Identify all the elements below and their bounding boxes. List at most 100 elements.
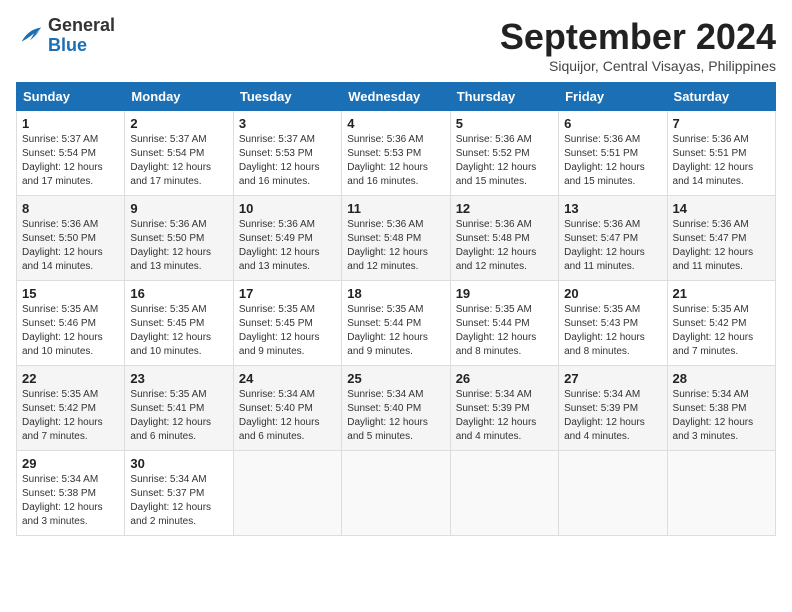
day-number: 8 [22, 201, 119, 216]
title-block: September 2024 Siquijor, Central Visayas… [500, 16, 776, 74]
calendar-cell [559, 451, 667, 536]
day-cell-text: Sunrise: 5:37 AM Sunset: 5:53 PM Dayligh… [239, 133, 336, 189]
day-cell-text: Sunrise: 5:35 AM Sunset: 5:44 PM Dayligh… [456, 303, 553, 359]
weekday-header-sunday: Sunday [17, 83, 125, 111]
calendar-cell [233, 451, 341, 536]
calendar-cell: 2Sunrise: 5:37 AM Sunset: 5:54 PM Daylig… [125, 111, 233, 196]
calendar-cell: 7Sunrise: 5:36 AM Sunset: 5:51 PM Daylig… [667, 111, 775, 196]
calendar-cell: 4Sunrise: 5:36 AM Sunset: 5:53 PM Daylig… [342, 111, 450, 196]
logo-blue: Blue [48, 35, 87, 55]
weekday-header-tuesday: Tuesday [233, 83, 341, 111]
calendar-cell [342, 451, 450, 536]
day-number: 27 [564, 371, 661, 386]
calendar-cell: 27 Sunrise: 5:34 AM Sunset: 5:39 PM Dayli… [559, 366, 667, 451]
day-number: 21 [673, 286, 770, 301]
calendar-cell: 10Sunrise: 5:36 AM Sunset: 5:49 PM Dayli… [233, 196, 341, 281]
day-cell-text: Sunrise: 5:36 AM Sunset: 5:51 PM Dayligh… [564, 133, 661, 189]
calendar-table: SundayMondayTuesdayWednesdayThursdayFrid… [16, 82, 776, 536]
calendar-cell: 16 Sunrise: 5:35 AM Sunset: 5:45 PM Dayli… [125, 281, 233, 366]
calendar-cell: 26Sunrise: 5:34 AM Sunset: 5:39 PM Dayli… [450, 366, 558, 451]
day-cell-text: Sunrise: 5:35 AM Sunset: 5:45 PM Dayligh… [239, 303, 336, 359]
calendar-cell [667, 451, 775, 536]
day-cell-text: Sunrise: 5:37 AM Sunset: 5:54 PM Dayligh… [130, 133, 227, 189]
day-cell-text: Sunrise: 5:36 AM Sunset: 5:52 PM Dayligh… [456, 133, 553, 189]
day-number: 16 [130, 286, 227, 301]
day-number: 12 [456, 201, 553, 216]
calendar-cell: 12 Sunrise: 5:36 AM Sunset: 5:48 PM Dayli… [450, 196, 558, 281]
day-number: 19 [456, 286, 553, 301]
calendar-cell: 9 Sunrise: 5:36 AM Sunset: 5:50 PM Daylig… [125, 196, 233, 281]
day-cell-text: Sunrise: 5:34 AM Sunset: 5:39 PM Dayligh… [564, 388, 661, 444]
week-row-2: 8 Sunrise: 5:36 AM Sunset: 5:50 PM Daylig… [17, 196, 776, 281]
day-number: 3 [239, 116, 336, 131]
header-section: General Blue September 2024 Siquijor, Ce… [16, 16, 776, 74]
calendar-cell: 15Sunrise: 5:35 AM Sunset: 5:46 PM Dayli… [17, 281, 125, 366]
day-cell-text: Sunrise: 5:35 AM Sunset: 5:45 PM Dayligh… [130, 303, 227, 359]
day-cell-text: Sunrise: 5:34 AM Sunset: 5:40 PM Dayligh… [347, 388, 444, 444]
day-cell-text: Sunrise: 5:36 AM Sunset: 5:47 PM Dayligh… [564, 218, 661, 274]
day-number: 1 [22, 116, 119, 131]
day-cell-text: Sunrise: 5:34 AM Sunset: 5:38 PM Dayligh… [673, 388, 770, 444]
day-number: 22 [22, 371, 119, 386]
day-cell-text: Sunrise: 5:34 AM Sunset: 5:37 PM Dayligh… [130, 473, 227, 529]
calendar-cell: 6 Sunrise: 5:36 AM Sunset: 5:51 PM Daylig… [559, 111, 667, 196]
calendar-cell: 19 Sunrise: 5:35 AM Sunset: 5:44 PM Dayli… [450, 281, 558, 366]
day-number: 24 [239, 371, 336, 386]
day-cell-text: Sunrise: 5:36 AM Sunset: 5:47 PM Dayligh… [673, 218, 770, 274]
day-number: 23 [130, 371, 227, 386]
calendar-cell [450, 451, 558, 536]
day-cell-text: Sunrise: 5:35 AM Sunset: 5:44 PM Dayligh… [347, 303, 444, 359]
calendar-cell: 24Sunrise: 5:34 AM Sunset: 5:40 PM Dayli… [233, 366, 341, 451]
day-number: 13 [564, 201, 661, 216]
calendar-cell: 13 Sunrise: 5:36 AM Sunset: 5:47 PM Dayli… [559, 196, 667, 281]
day-number: 29 [22, 456, 119, 471]
logo-wordmark: General Blue [48, 16, 115, 56]
day-number: 28 [673, 371, 770, 386]
day-cell-text: Sunrise: 5:35 AM Sunset: 5:41 PM Dayligh… [130, 388, 227, 444]
logo-general: General [48, 15, 115, 35]
day-number: 25 [347, 371, 444, 386]
logo: General Blue [16, 16, 115, 56]
day-number: 18 [347, 286, 444, 301]
day-cell-text: Sunrise: 5:34 AM Sunset: 5:39 PM Dayligh… [456, 388, 553, 444]
calendar-cell: 3 Sunrise: 5:37 AM Sunset: 5:53 PM Daylig… [233, 111, 341, 196]
month-title: September 2024 [500, 16, 776, 58]
calendar-cell: 30Sunrise: 5:34 AM Sunset: 5:37 PM Dayli… [125, 451, 233, 536]
day-number: 6 [564, 116, 661, 131]
day-cell-text: Sunrise: 5:36 AM Sunset: 5:50 PM Dayligh… [22, 218, 119, 274]
subtitle: Siquijor, Central Visayas, Philippines [500, 58, 776, 74]
day-cell-text: Sunrise: 5:36 AM Sunset: 5:48 PM Dayligh… [347, 218, 444, 274]
week-row-4: 22 Sunrise: 5:35 AM Sunset: 5:42 PM Dayli… [17, 366, 776, 451]
day-number: 11 [347, 201, 444, 216]
day-cell-text: Sunrise: 5:35 AM Sunset: 5:42 PM Dayligh… [22, 388, 119, 444]
week-row-3: 15Sunrise: 5:35 AM Sunset: 5:46 PM Dayli… [17, 281, 776, 366]
weekday-header-thursday: Thursday [450, 83, 558, 111]
calendar-cell: 11 Sunrise: 5:36 AM Sunset: 5:48 PM Dayli… [342, 196, 450, 281]
weekday-header-wednesday: Wednesday [342, 83, 450, 111]
calendar-cell: 8 Sunrise: 5:36 AM Sunset: 5:50 PM Daylig… [17, 196, 125, 281]
day-number: 9 [130, 201, 227, 216]
calendar-cell: 14Sunrise: 5:36 AM Sunset: 5:47 PM Dayli… [667, 196, 775, 281]
day-number: 17 [239, 286, 336, 301]
calendar-cell: 21 Sunrise: 5:35 AM Sunset: 5:42 PM Dayli… [667, 281, 775, 366]
day-cell-text: Sunrise: 5:36 AM Sunset: 5:50 PM Dayligh… [130, 218, 227, 274]
week-row-5: 29 Sunrise: 5:34 AM Sunset: 5:38 PM Dayli… [17, 451, 776, 536]
day-cell-text: Sunrise: 5:36 AM Sunset: 5:48 PM Dayligh… [456, 218, 553, 274]
day-number: 7 [673, 116, 770, 131]
calendar-cell: 18 Sunrise: 5:35 AM Sunset: 5:44 PM Dayli… [342, 281, 450, 366]
calendar-cell: 1Sunrise: 5:37 AM Sunset: 5:54 PM Daylig… [17, 111, 125, 196]
calendar-cell: 17 Sunrise: 5:35 AM Sunset: 5:45 PM Dayli… [233, 281, 341, 366]
calendar-cell: 28 Sunrise: 5:34 AM Sunset: 5:38 PM Dayli… [667, 366, 775, 451]
calendar-cell: 20Sunrise: 5:35 AM Sunset: 5:43 PM Dayli… [559, 281, 667, 366]
day-cell-text: Sunrise: 5:36 AM Sunset: 5:49 PM Dayligh… [239, 218, 336, 274]
day-cell-text: Sunrise: 5:34 AM Sunset: 5:38 PM Dayligh… [22, 473, 119, 529]
calendar-cell: 5Sunrise: 5:36 AM Sunset: 5:52 PM Daylig… [450, 111, 558, 196]
weekday-header-row: SundayMondayTuesdayWednesdayThursdayFrid… [17, 83, 776, 111]
weekday-header-monday: Monday [125, 83, 233, 111]
calendar-cell: 29 Sunrise: 5:34 AM Sunset: 5:38 PM Dayli… [17, 451, 125, 536]
day-cell-text: Sunrise: 5:35 AM Sunset: 5:42 PM Dayligh… [673, 303, 770, 359]
day-cell-text: Sunrise: 5:35 AM Sunset: 5:43 PM Dayligh… [564, 303, 661, 359]
calendar-cell: 23 Sunrise: 5:35 AM Sunset: 5:41 PM Dayli… [125, 366, 233, 451]
day-number: 15 [22, 286, 119, 301]
calendar-cell: 25 Sunrise: 5:34 AM Sunset: 5:40 PM Dayli… [342, 366, 450, 451]
